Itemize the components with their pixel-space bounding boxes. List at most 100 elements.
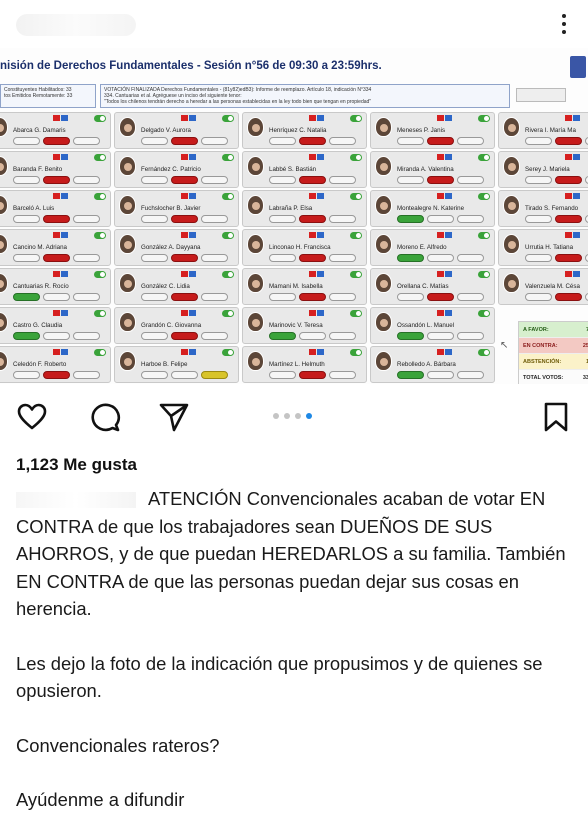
caption-paragraph: Les dejo la foto de la indicación que pr… bbox=[16, 652, 543, 702]
vote-buttons bbox=[13, 293, 100, 301]
flag-icons bbox=[565, 115, 580, 121]
member-photo bbox=[119, 273, 136, 293]
toggle-icon bbox=[350, 115, 362, 122]
abstention-button bbox=[201, 137, 228, 145]
member-name: Orellana C. Matías bbox=[397, 283, 449, 290]
member-name: Delgado V. Aurora bbox=[141, 127, 191, 134]
info-button bbox=[516, 88, 566, 102]
flag-icons bbox=[437, 349, 452, 355]
member-photo bbox=[0, 234, 8, 254]
member-name: Fernández C. Patricio bbox=[141, 166, 201, 173]
contra-button bbox=[555, 293, 582, 301]
member-photo bbox=[247, 117, 264, 137]
member-name: Moreno E. Alfredo bbox=[397, 244, 447, 251]
member-card: Cantuarias R. Rocío bbox=[0, 268, 111, 305]
abstention-button bbox=[457, 137, 484, 145]
flag-icons bbox=[309, 232, 324, 238]
vote-buttons bbox=[141, 215, 228, 223]
abstention-button bbox=[73, 293, 100, 301]
contra-button bbox=[299, 254, 326, 262]
member-photo bbox=[247, 195, 264, 215]
favor-button bbox=[141, 293, 168, 301]
contra-button bbox=[43, 137, 70, 145]
vote-buttons bbox=[525, 176, 588, 184]
vote-buttons bbox=[13, 137, 100, 145]
heart-icon[interactable] bbox=[16, 401, 48, 433]
favor-button bbox=[269, 137, 296, 145]
vote-buttons bbox=[141, 137, 228, 145]
abstention-button bbox=[73, 332, 100, 340]
blurred-username[interactable] bbox=[16, 492, 136, 509]
vote-buttons bbox=[141, 332, 228, 340]
favor-button bbox=[269, 176, 296, 184]
favor-button bbox=[13, 293, 40, 301]
abstention-button bbox=[329, 293, 356, 301]
favor-button bbox=[397, 176, 424, 184]
member-name: Celedón F. Roberto bbox=[13, 361, 67, 368]
toggle-icon bbox=[350, 310, 362, 317]
member-card: Rivera I. María Ma bbox=[498, 112, 588, 149]
abstention-button bbox=[457, 293, 484, 301]
contra-button bbox=[43, 332, 70, 340]
vote-buttons bbox=[269, 332, 356, 340]
flag-icons bbox=[309, 349, 324, 355]
toggle-icon bbox=[478, 271, 490, 278]
member-photo bbox=[503, 195, 520, 215]
member-card: Meneses P. Janis bbox=[370, 112, 495, 149]
abstention-button bbox=[201, 254, 228, 262]
contra-button bbox=[171, 137, 198, 145]
member-name: Mamani M. Isabella bbox=[269, 283, 323, 290]
member-card: Labbé S. Bastián bbox=[242, 151, 367, 188]
favor-button bbox=[13, 332, 40, 340]
toggle-icon bbox=[478, 193, 490, 200]
contra-button bbox=[555, 254, 582, 262]
member-card: Serey J. Mariela bbox=[498, 151, 588, 188]
vote-buttons bbox=[269, 293, 356, 301]
member-name: Linconao H. Francisca bbox=[269, 244, 331, 251]
member-name: Meneses P. Janis bbox=[397, 127, 446, 134]
favor-button bbox=[141, 332, 168, 340]
flag-icons bbox=[437, 232, 452, 238]
member-photo bbox=[0, 156, 8, 176]
vote-buttons bbox=[269, 371, 356, 379]
vote-buttons bbox=[525, 293, 588, 301]
vote-buttons bbox=[525, 254, 588, 262]
paper-plane-icon[interactable] bbox=[158, 401, 190, 433]
member-photo bbox=[375, 351, 392, 371]
toggle-icon bbox=[222, 349, 234, 356]
member-card: Fernández C. Patricio bbox=[114, 151, 239, 188]
vote-buttons bbox=[141, 293, 228, 301]
flag-icons bbox=[309, 115, 324, 121]
bookmark-icon[interactable] bbox=[540, 401, 572, 433]
contra-button bbox=[427, 332, 454, 340]
vote-buttons bbox=[13, 332, 100, 340]
more-options-icon[interactable] bbox=[552, 8, 576, 40]
post-image[interactable]: nisión de Derechos Fundamentales - Sesió… bbox=[0, 48, 588, 384]
contra-button bbox=[43, 215, 70, 223]
contra-button bbox=[43, 176, 70, 184]
info-box-left: Constituyentes Habilitados: 33 tos Emiti… bbox=[0, 84, 96, 108]
favor-button bbox=[141, 254, 168, 262]
flag-icons bbox=[53, 232, 68, 238]
favor-button bbox=[525, 215, 552, 223]
comment-icon[interactable] bbox=[89, 401, 121, 433]
member-name: Ossandón L. Manuel bbox=[397, 322, 455, 329]
toggle-icon bbox=[222, 193, 234, 200]
favor-button bbox=[269, 332, 296, 340]
member-photo bbox=[375, 195, 392, 215]
contra-button bbox=[555, 176, 582, 184]
blurred-username[interactable] bbox=[16, 14, 136, 36]
favor-button bbox=[525, 293, 552, 301]
post-caption: ATENCIÓN Convencionales acaban de votar … bbox=[16, 485, 578, 814]
favor-button bbox=[397, 137, 424, 145]
likes-count[interactable]: 1,123 Me gusta bbox=[16, 455, 137, 475]
member-photo bbox=[503, 234, 520, 254]
member-photo bbox=[375, 234, 392, 254]
flag-icons bbox=[565, 271, 580, 277]
member-card: Orellana C. Matías bbox=[370, 268, 495, 305]
tally-abstention: ABSTENCIÓN: 1 bbox=[519, 354, 588, 370]
toggle-icon bbox=[222, 310, 234, 317]
abstention-button bbox=[201, 293, 228, 301]
flag-icons bbox=[437, 193, 452, 199]
member-name: Grandón C. Giovanna bbox=[141, 322, 202, 329]
